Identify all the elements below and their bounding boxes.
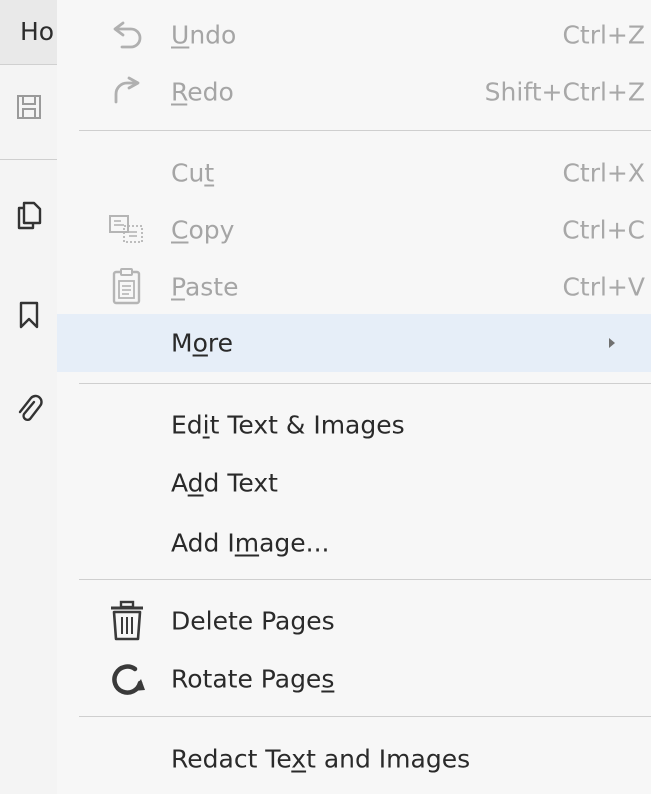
menu-separator xyxy=(79,716,651,717)
home-tab[interactable]: Ho xyxy=(0,0,57,65)
menu-item-cut[interactable]: Cut Ctrl+X xyxy=(57,145,651,201)
menu-item-redact-text-images[interactable]: Redact Text and Images xyxy=(57,731,651,787)
shortcut: Ctrl+V xyxy=(562,272,645,302)
shortcut: Shift+Ctrl+Z xyxy=(484,77,645,107)
menu-item-edit-text-images[interactable]: Edit Text & Images xyxy=(57,397,651,453)
undo-icon xyxy=(113,21,142,49)
paste-icon xyxy=(112,268,141,305)
pages-icon[interactable] xyxy=(14,200,44,230)
menu-item-redo[interactable]: Redo Shift+Ctrl+Z xyxy=(57,64,651,120)
shortcut: Ctrl+Z xyxy=(562,20,645,50)
redo-icon xyxy=(114,76,140,104)
menu-item-rotate-pages[interactable]: Rotate Pages xyxy=(57,651,651,707)
bookmark-icon[interactable] xyxy=(14,300,44,330)
rotate-icon xyxy=(112,664,145,695)
save-icon[interactable] xyxy=(14,92,44,122)
attachment-icon[interactable] xyxy=(14,394,44,424)
app-sidebar: Ho xyxy=(0,0,58,794)
menu-item-paste[interactable]: Paste Ctrl+V xyxy=(57,259,651,315)
menu-item-add-image[interactable]: Add Image... xyxy=(57,515,651,571)
sidebar-divider xyxy=(0,159,57,160)
menu-item-add-text[interactable]: Add Text xyxy=(57,455,651,511)
menu-separator xyxy=(79,579,651,580)
shortcut: Ctrl+C xyxy=(562,215,645,245)
menu-item-delete-pages[interactable]: Delete Pages xyxy=(57,593,651,649)
menu-item-copy[interactable]: Copy Ctrl+C xyxy=(57,202,651,258)
menu-separator xyxy=(79,383,651,384)
menu-item-undo[interactable]: Undo Ctrl+Z xyxy=(57,7,651,63)
menu-separator xyxy=(79,130,651,131)
menu-item-more[interactable]: More xyxy=(57,314,651,372)
trash-icon xyxy=(111,600,143,641)
copy-icon xyxy=(109,215,143,243)
submenu-arrow-icon xyxy=(609,338,615,348)
shortcut: Ctrl+X xyxy=(562,158,645,188)
context-menu: Undo Ctrl+Z Redo Shift+Ctrl+Z Cut Ctrl+X… xyxy=(57,0,651,794)
